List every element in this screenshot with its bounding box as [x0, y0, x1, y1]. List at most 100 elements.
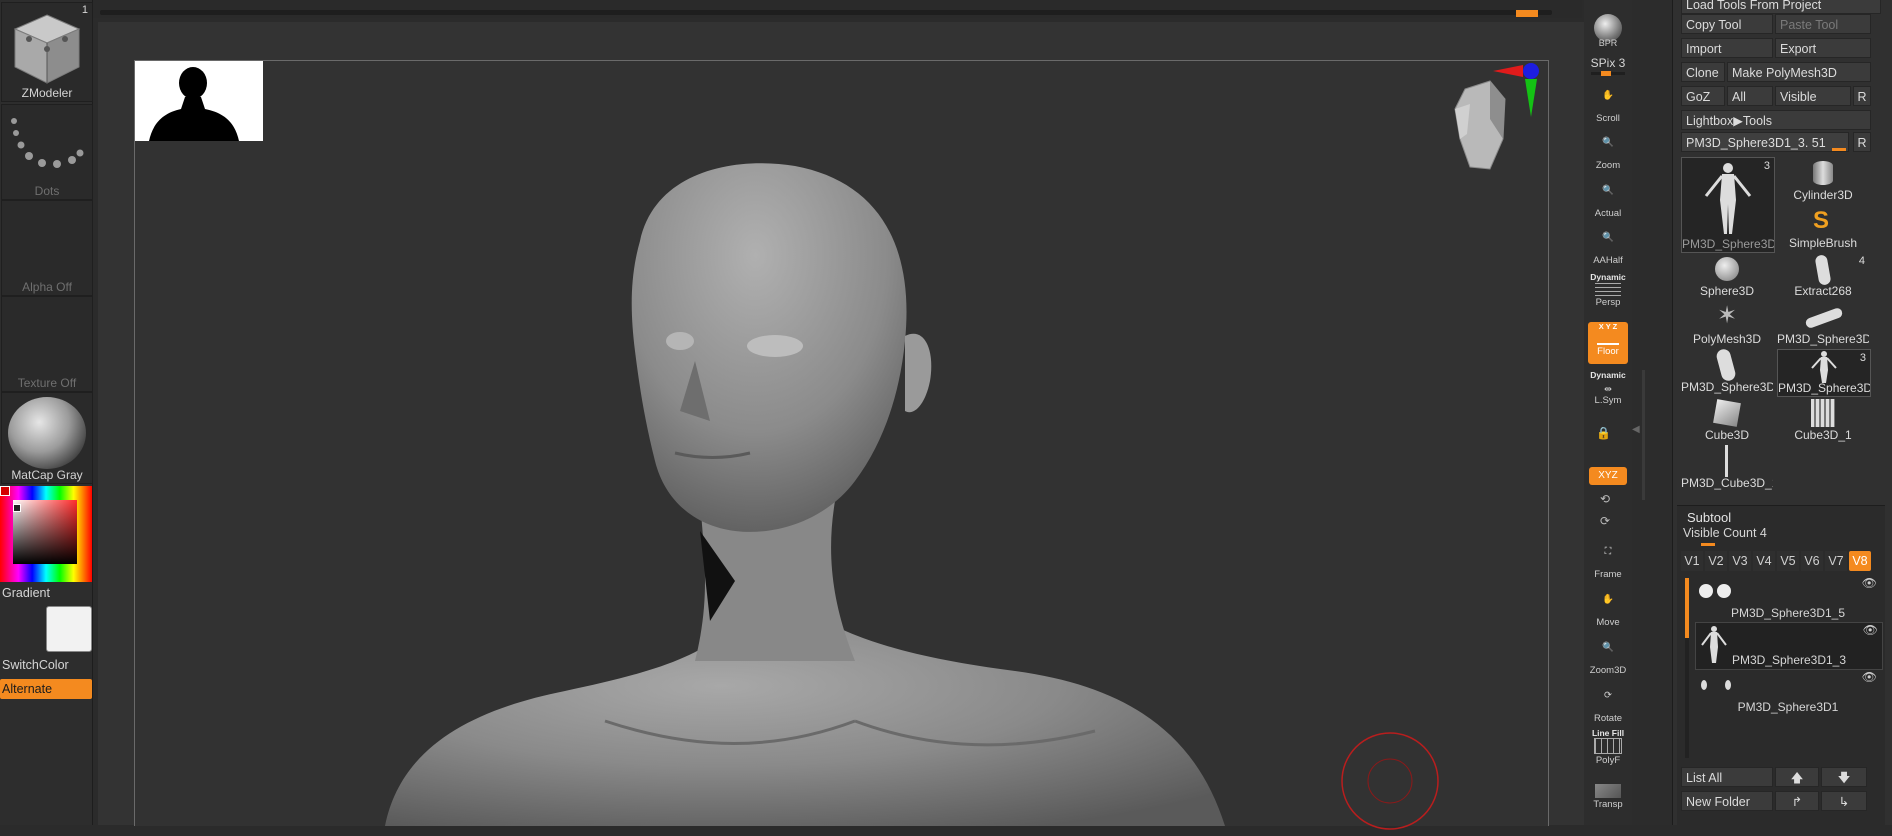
lightbox-tools-button[interactable]: Lightbox▶Tools — [1681, 110, 1871, 130]
version-button-v6[interactable]: V6 — [1801, 551, 1823, 571]
tool-thumb-pm3d-sphere3d-b[interactable]: PM3D_Sphere3D — [1777, 301, 1869, 347]
visible-button[interactable]: Visible — [1775, 86, 1851, 106]
tool-thumb-pm3d-sphere3d[interactable]: 3 PM3D_Sphere3D — [1681, 157, 1775, 253]
stroke-slot[interactable]: Dots — [1, 104, 93, 200]
spix-slider[interactable]: SPix 3 — [1584, 56, 1632, 76]
panel-scroll-gutter[interactable]: ◀ — [1632, 0, 1672, 825]
folder-down-button[interactable]: ↳ — [1821, 791, 1867, 811]
tool-thumb-polymesh3d[interactable]: ✶ PolyMesh3D — [1681, 301, 1773, 347]
material-slot[interactable]: MatCap Gray — [1, 392, 93, 484]
subtool-item-selected[interactable]: 👁 PM3D_Sphere3D1_3 — [1695, 622, 1883, 670]
goz-button[interactable]: GoZ — [1681, 86, 1725, 106]
axis-gizmo-icon[interactable] — [1485, 59, 1545, 119]
subtool-item[interactable]: 👁 PM3D_Sphere3D1_5 — [1695, 576, 1881, 622]
new-folder-button[interactable]: New Folder — [1681, 791, 1773, 811]
zoom-button[interactable]: 🔍 Zoom — [1588, 133, 1628, 175]
rotate-y-icon[interactable]: ⟲ — [1600, 492, 1610, 506]
all-button[interactable]: All — [1727, 86, 1773, 106]
collapse-arrow-icon[interactable]: ◀ — [1632, 424, 1640, 435]
subtool-scroll-thumb[interactable] — [1685, 578, 1689, 638]
actual-button[interactable]: 🔍 Actual — [1588, 181, 1628, 223]
tool-thumb-pm3d-cube3d-1[interactable]: PM3D_Cube3D_1 — [1681, 445, 1773, 491]
version-button-v2[interactable]: V2 — [1705, 551, 1727, 571]
silhouette-thumbnail[interactable] — [135, 61, 263, 141]
thin-rod-icon — [1725, 445, 1728, 477]
capsule-icon — [1804, 306, 1844, 330]
subtool-scrollbar[interactable] — [1685, 578, 1689, 758]
subtool-visibility-icon[interactable]: 👁 — [1863, 623, 1878, 637]
gradient-row[interactable]: Gradient — [0, 583, 92, 603]
version-button-v3[interactable]: V3 — [1729, 551, 1751, 571]
bpr-button[interactable]: BPR — [1588, 12, 1628, 54]
human-figure-icon — [1704, 163, 1752, 234]
scroll-label: Scroll — [1596, 113, 1620, 124]
tool-thumb-pm3d-sphere3d-c[interactable]: PM3D_Sphere3D — [1681, 347, 1773, 395]
version-button-v7[interactable]: V7 — [1825, 551, 1847, 571]
copy-tool-button[interactable]: Copy Tool — [1681, 14, 1773, 34]
tool-thumb-pm3d-sphere3d-d[interactable]: 3 PM3D_Sphere3D — [1777, 349, 1871, 397]
move-button[interactable]: ✋ Move — [1588, 590, 1628, 632]
import-button[interactable]: Import — [1681, 38, 1773, 58]
frame-button[interactable]: ⛶ Frame — [1588, 542, 1628, 584]
alternate-button[interactable]: Alternate — [0, 679, 92, 699]
tool-name: PM3D_Cube3D_1 — [1681, 476, 1773, 490]
texture-slot[interactable]: Texture Off — [1, 296, 93, 392]
color-picker-square[interactable] — [13, 500, 77, 564]
xyz-button[interactable]: XYZ — [1589, 467, 1627, 485]
tool-thumb-cube3d-1[interactable]: Cube3D_1 — [1777, 397, 1869, 443]
r-button[interactable]: R — [1853, 86, 1871, 106]
load-tools-button[interactable]: Load Tools From Project — [1681, 0, 1881, 14]
polyf-button[interactable]: Line Fill PolyF — [1588, 728, 1628, 770]
move-down-button[interactable]: 🡇 — [1821, 767, 1867, 787]
lsym-button[interactable]: Dynamic ⇹ L.Sym — [1588, 370, 1628, 412]
secondary-color-swatch[interactable] — [46, 606, 92, 652]
subtool-title[interactable]: Subtool — [1687, 510, 1731, 525]
alpha-label: Alpha Off — [22, 280, 72, 294]
export-button[interactable]: Export — [1775, 38, 1871, 58]
version-button-v5[interactable]: V5 — [1777, 551, 1799, 571]
tool-thumb-cube3d[interactable]: Cube3D — [1681, 397, 1773, 443]
bpr-label: BPR — [1598, 38, 1618, 48]
primary-color-swatch[interactable] — [0, 486, 10, 496]
tool-slot[interactable]: 1 ZModeler — [1, 2, 93, 102]
tool-thumb-simplebrush[interactable]: S SimpleBrush — [1777, 205, 1869, 251]
tool-thumb-sphere3d[interactable]: Sphere3D — [1681, 253, 1773, 299]
clone-button[interactable]: Clone — [1681, 62, 1725, 82]
transp-button[interactable]: Transp — [1588, 780, 1628, 822]
document-canvas[interactable] — [134, 59, 1549, 830]
current-tool-slider[interactable]: PM3D_Sphere3D1_3. 51 — [1681, 132, 1849, 152]
tool-thumb-extract268[interactable]: 4 Extract268 — [1777, 253, 1869, 299]
top-accent-marker — [1516, 10, 1538, 17]
scroll-button[interactable]: ✋ Scroll — [1588, 86, 1628, 128]
version-button-v4[interactable]: V4 — [1753, 551, 1775, 571]
subtool-visibility-icon[interactable]: 👁 — [1862, 670, 1877, 684]
version-button-v1[interactable]: V1 — [1681, 551, 1703, 571]
alpha-slot[interactable]: Alpha Off — [1, 200, 93, 296]
aahalf-button[interactable]: 🔍 AAHalf — [1588, 228, 1628, 270]
subtool-visibility-icon[interactable]: 👁 — [1862, 576, 1877, 590]
color-picker[interactable] — [0, 486, 92, 582]
current-tool-r-button[interactable]: R — [1853, 132, 1871, 152]
visible-count-slider[interactable]: Visible Count 4 — [1683, 526, 1843, 546]
floor-button[interactable]: X Y Z Floor — [1588, 322, 1628, 364]
paste-tool-button[interactable]: Paste Tool — [1775, 14, 1871, 34]
subtool-item[interactable]: 👁 PM3D_Sphere3D1 — [1695, 670, 1881, 716]
transp-label: Transp — [1593, 799, 1623, 810]
tool-name: Extract268 — [1794, 284, 1852, 298]
switchcolor-button[interactable]: SwitchColor — [0, 655, 92, 675]
gutter-handle[interactable] — [1642, 370, 1645, 500]
rotate-z-icon[interactable]: ⟳ — [1600, 514, 1610, 528]
folder-up-button[interactable]: ↱ — [1775, 791, 1819, 811]
lock-icon[interactable]: 🔒 — [1596, 426, 1620, 448]
version-button-v8[interactable]: V8 — [1849, 551, 1871, 571]
persp-button[interactable]: Dynamic Persp — [1588, 272, 1628, 314]
subtool-name: PM3D_Sphere3D1 — [1737, 700, 1839, 714]
move-up-button[interactable]: 🡅 — [1775, 767, 1819, 787]
rotate-button[interactable]: ⟳ Rotate — [1588, 686, 1628, 728]
zoom3d-button[interactable]: 🔍 Zoom3D — [1588, 638, 1628, 680]
silhouette-icon — [149, 67, 239, 141]
tool-thumb-cylinder3d[interactable]: Cylinder3D — [1777, 157, 1869, 203]
make-polymesh-button[interactable]: Make PolyMesh3D — [1727, 62, 1871, 82]
list-all-label: List All — [1686, 771, 1723, 785]
list-all-button[interactable]: List All — [1681, 767, 1773, 787]
